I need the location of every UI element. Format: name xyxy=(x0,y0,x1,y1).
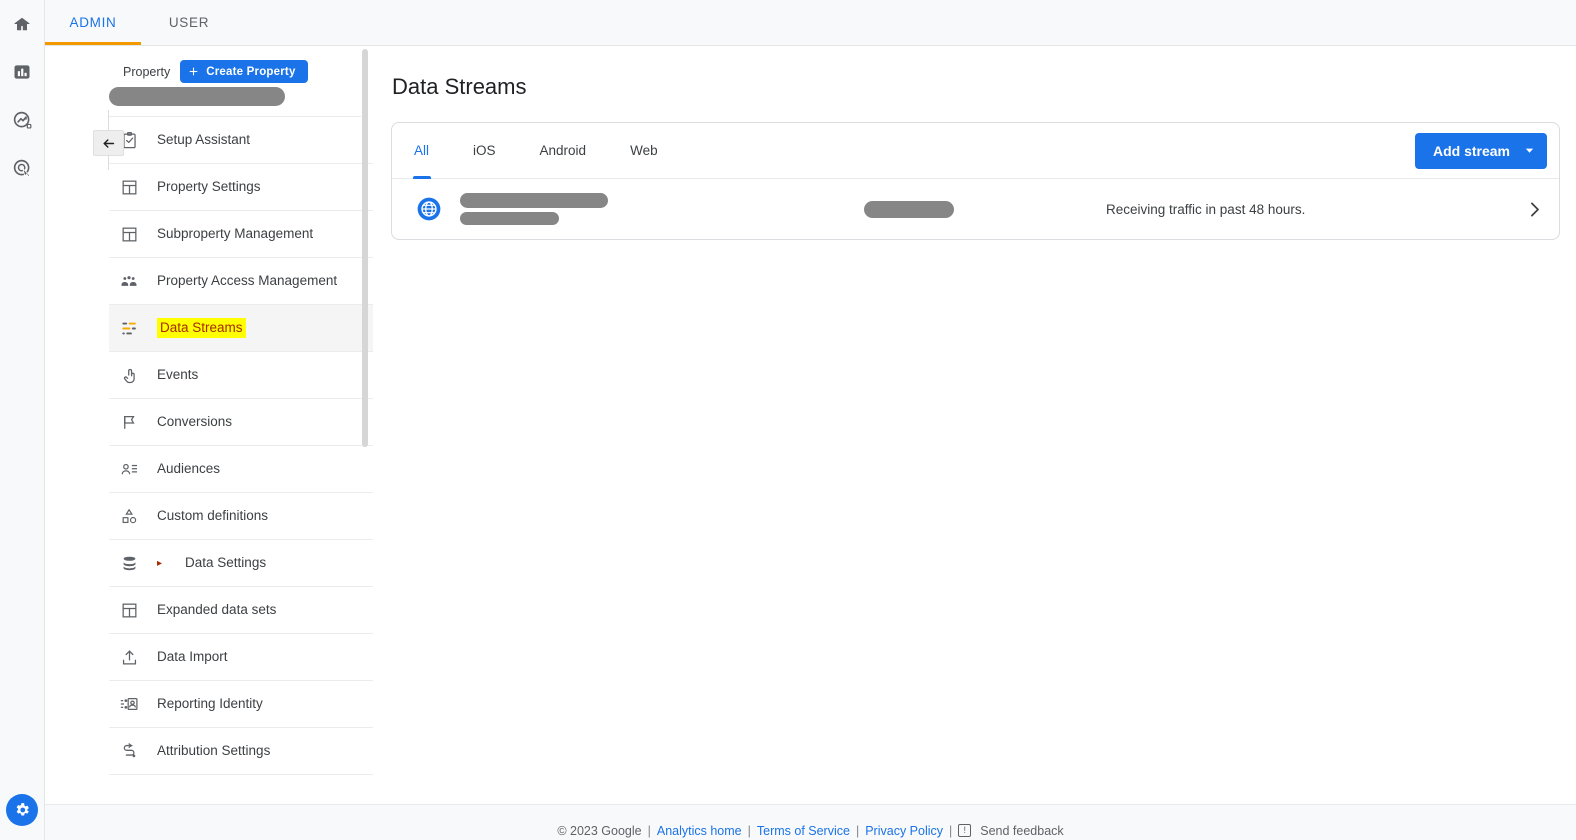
page-title: Data Streams xyxy=(392,74,1576,100)
sidebar-item-data-streams[interactable]: Data Streams xyxy=(109,305,373,352)
create-property-button[interactable]: Create Property xyxy=(180,60,307,83)
stream-url-redacted xyxy=(460,212,559,225)
tab-ios[interactable]: iOS xyxy=(451,123,518,179)
advertising-icon[interactable] xyxy=(0,144,45,192)
tab-admin[interactable]: ADMIN xyxy=(45,0,141,45)
plus-icon xyxy=(187,65,200,78)
sidebar-item-property-access-management[interactable]: Property Access Management xyxy=(109,258,373,305)
admin-page: ADMIN USER Property Create Property Setu… xyxy=(0,0,1576,840)
chevron-right-icon[interactable]: ▸ xyxy=(157,557,162,570)
sidebar-item-label: Property Settings xyxy=(157,178,261,196)
left-icon-rail xyxy=(0,0,45,840)
footer-separator: | xyxy=(949,824,952,838)
web-globe-icon xyxy=(416,196,442,222)
home-icon[interactable] xyxy=(0,0,45,48)
sidebar-item-attribution-settings[interactable]: Attribution Settings xyxy=(109,728,373,775)
footer-separator: | xyxy=(856,824,859,838)
sidebar-item-label: Attribution Settings xyxy=(157,742,270,760)
page-footer: © 2023 Google | Analytics home | Terms o… xyxy=(45,804,1576,840)
sidebar-item-label: Events xyxy=(157,366,198,384)
sidebar-item-data-settings[interactable]: ▸ Data Settings xyxy=(109,540,373,587)
sidebar-item-expanded-data-sets[interactable]: Expanded data sets xyxy=(109,587,373,634)
sidebar-item-label: Data Settings xyxy=(185,554,266,572)
create-property-label: Create Property xyxy=(206,66,295,78)
arrow-left-icon xyxy=(100,135,117,152)
top-tab-bar: ADMIN USER xyxy=(45,0,1576,46)
panel-header: Property Create Property xyxy=(73,46,373,108)
sidebar-item-conversions[interactable]: Conversions xyxy=(109,399,373,446)
tab-android[interactable]: Android xyxy=(518,123,609,179)
gear-icon[interactable] xyxy=(6,794,38,826)
sidebar-item-audiences[interactable]: Audiences xyxy=(109,446,373,493)
sidebar-item-label: Conversions xyxy=(157,413,232,431)
stream-name-redacted xyxy=(460,193,608,208)
reporting-identity-icon xyxy=(119,694,139,714)
chevron-down-icon xyxy=(1524,145,1535,156)
stream-type-tabs: All iOS Android Web xyxy=(392,123,680,179)
data-import-icon xyxy=(119,648,139,667)
panel-scrollbar[interactable] xyxy=(361,46,369,804)
tab-all[interactable]: All xyxy=(392,123,451,179)
sidebar-item-label: Setup Assistant xyxy=(157,131,250,149)
attribution-settings-icon xyxy=(119,742,139,761)
add-stream-button[interactable]: Add stream xyxy=(1415,133,1547,169)
footer-separator: | xyxy=(648,824,651,838)
sidebar-item-setup-assistant[interactable]: Setup Assistant xyxy=(109,117,373,164)
sidebar-item-label: Custom definitions xyxy=(157,507,268,525)
stream-status: Receiving traffic in past 48 hours. xyxy=(1106,202,1305,217)
data-streams-icon xyxy=(119,319,139,338)
terms-of-service-link[interactable]: Terms of Service xyxy=(757,824,850,838)
add-stream-label: Add stream xyxy=(1433,143,1510,159)
explore-icon[interactable] xyxy=(0,96,45,144)
sidebar-item-label: Audiences xyxy=(157,460,220,478)
feedback-icon: ! xyxy=(958,824,971,837)
subproperty-management-icon xyxy=(119,225,139,244)
sidebar-item-label: Reporting Identity xyxy=(157,695,263,713)
table-row[interactable]: Receiving traffic in past 48 hours. xyxy=(392,179,1559,239)
card-header: All iOS Android Web Add stream xyxy=(392,123,1559,179)
footer-separator: | xyxy=(748,824,751,838)
sidebar-item-property-settings[interactable]: Property Settings xyxy=(109,164,373,211)
stream-name-cell xyxy=(460,193,800,225)
events-icon xyxy=(119,366,139,385)
property-name-redacted xyxy=(109,87,285,106)
scrollbar-thumb[interactable] xyxy=(362,49,368,447)
sidebar-item-label: Data Import xyxy=(157,648,228,666)
analytics-home-link[interactable]: Analytics home xyxy=(657,824,742,838)
property-settings-icon xyxy=(119,178,139,197)
stream-id-redacted xyxy=(864,201,954,218)
sidebar-item-subproperty-management[interactable]: Subproperty Management xyxy=(109,211,373,258)
custom-definitions-icon xyxy=(119,507,139,526)
expanded-data-sets-icon xyxy=(119,601,139,620)
sidebar-item-custom-definitions[interactable]: Custom definitions xyxy=(109,493,373,540)
sidebar-item-label: Data Streams xyxy=(157,318,246,338)
reports-icon[interactable] xyxy=(0,48,45,96)
data-streams-card: All iOS Android Web Add stream xyxy=(391,122,1560,240)
privacy-policy-link[interactable]: Privacy Policy xyxy=(865,824,943,838)
settings-nav-list: Setup Assistant Property Settings Subpro… xyxy=(73,117,373,775)
sidebar-item-events[interactable]: Events xyxy=(109,352,373,399)
sidebar-item-label: Property Access Management xyxy=(157,272,337,290)
main-content: Data Streams All iOS Android Web Add str… xyxy=(374,46,1576,804)
sidebar-item-label: Expanded data sets xyxy=(157,601,276,619)
tab-web[interactable]: Web xyxy=(608,123,680,179)
back-button[interactable] xyxy=(93,130,124,156)
conversions-icon xyxy=(119,413,139,432)
data-settings-icon xyxy=(119,554,139,573)
property-access-management-icon xyxy=(119,271,139,291)
copyright-text: © 2023 Google xyxy=(557,824,641,838)
sidebar-item-data-import[interactable]: Data Import xyxy=(109,634,373,681)
chevron-right-icon[interactable] xyxy=(1524,199,1545,220)
tab-user[interactable]: USER xyxy=(141,0,237,45)
property-settings-panel: Property Create Property Setup Assistant… xyxy=(73,46,373,804)
audiences-icon xyxy=(119,460,139,479)
property-label: Property xyxy=(123,65,170,79)
send-feedback-label[interactable]: Send feedback xyxy=(980,824,1063,838)
sidebar-item-label: Subproperty Management xyxy=(157,225,313,243)
sidebar-item-reporting-identity[interactable]: Reporting Identity xyxy=(109,681,373,728)
